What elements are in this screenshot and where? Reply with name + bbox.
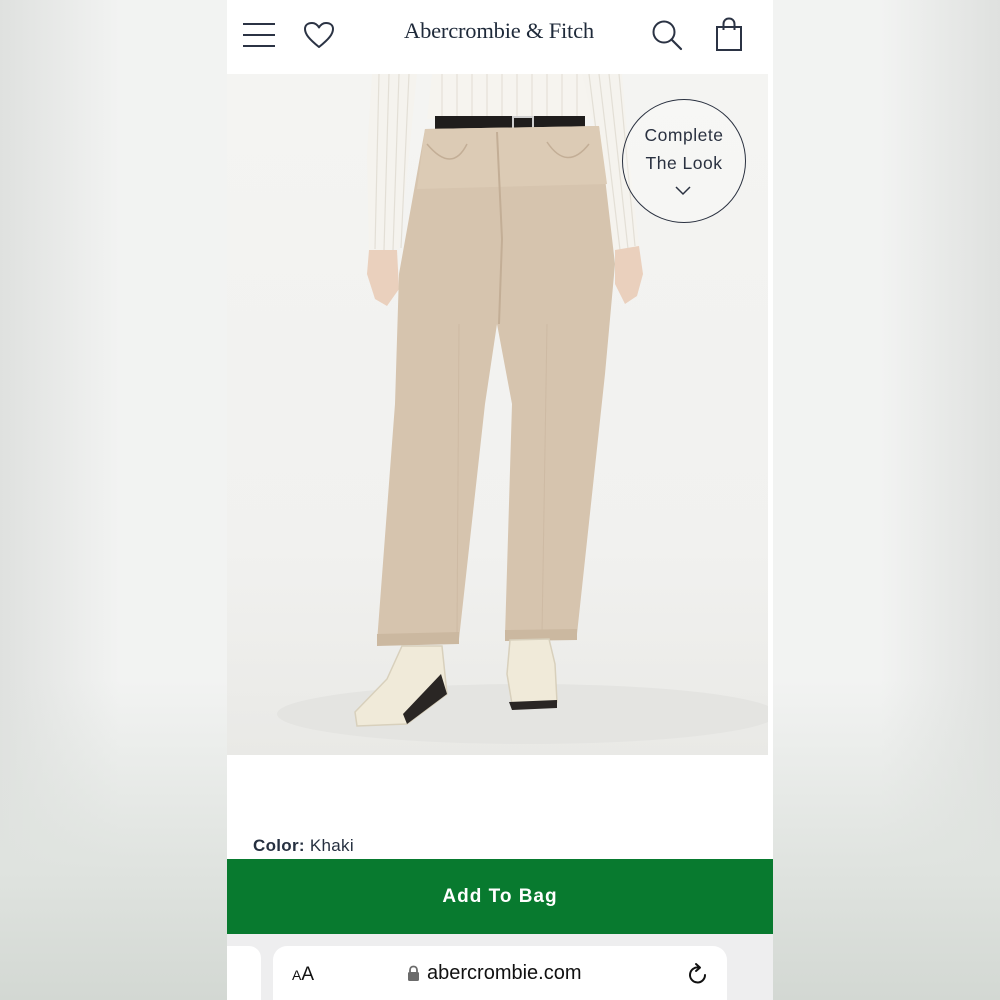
menu-icon[interactable] xyxy=(242,22,276,48)
phone-screen: Abercrombie & Fitch Complete The Look Co… xyxy=(227,0,773,1000)
color-label: Color: xyxy=(253,836,305,855)
shopping-bag-icon[interactable] xyxy=(715,17,743,52)
product-image[interactable]: Complete The Look xyxy=(227,74,768,755)
address-bar[interactable]: AA abercrombie.com xyxy=(273,946,727,1000)
color-value: Khaki xyxy=(309,836,354,855)
brand-logo[interactable]: Abercrombie & Fitch xyxy=(369,18,629,44)
browser-toolbar: AA abercrombie.com xyxy=(227,934,773,1000)
site-header: Abercrombie & Fitch xyxy=(227,0,773,72)
heart-icon[interactable] xyxy=(303,21,335,49)
add-to-bag-button[interactable]: Add To Bag xyxy=(227,859,773,934)
complete-the-look-button[interactable]: Complete The Look xyxy=(622,99,746,223)
chevron-down-icon xyxy=(675,186,691,196)
previous-tab[interactable] xyxy=(227,946,261,1000)
lock-icon xyxy=(408,965,419,981)
color-selector: Color: Khaki xyxy=(253,836,354,856)
reload-icon[interactable] xyxy=(687,962,709,986)
search-icon[interactable] xyxy=(651,19,683,51)
url-text[interactable]: abercrombie.com xyxy=(427,962,582,985)
complete-the-look-label: Complete The Look xyxy=(644,125,724,173)
text-size-button[interactable]: AA xyxy=(292,964,314,986)
